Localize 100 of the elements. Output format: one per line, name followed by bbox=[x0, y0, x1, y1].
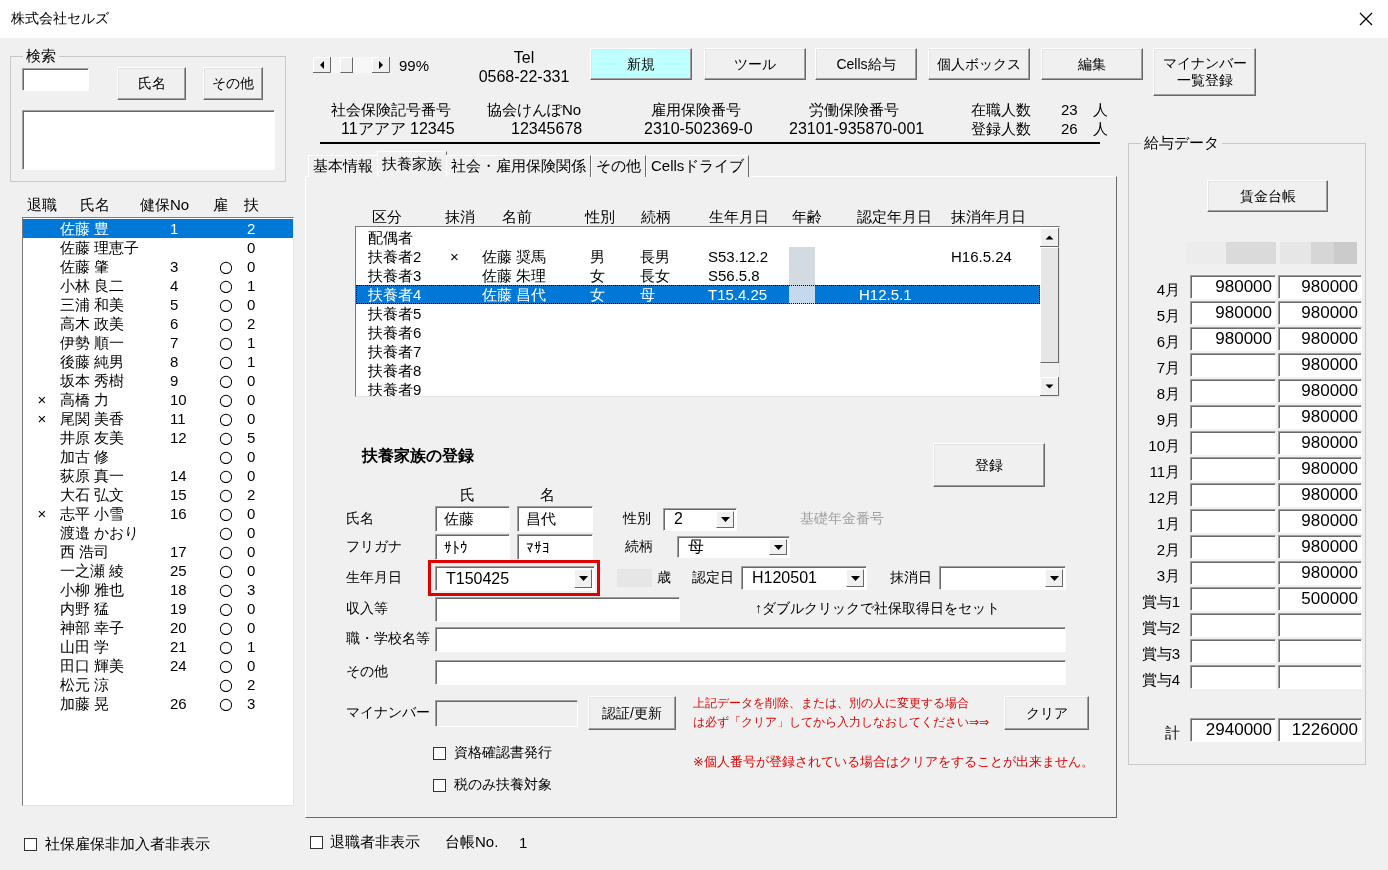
toolbar-button[interactable]: 個人ボックス bbox=[928, 48, 1030, 80]
dropdown-button[interactable] bbox=[716, 510, 734, 528]
list-row[interactable]: × 尾関 美香 11 ○ 0 bbox=[23, 409, 293, 428]
scroll-thumb[interactable] bbox=[340, 57, 353, 73]
input-field[interactable] bbox=[435, 596, 680, 622]
dropdown-button[interactable] bbox=[846, 569, 864, 587]
list-row[interactable]: 扶養者2 × 佐藤 奨馬 男 長男 S53.12.2 H16.5.24 bbox=[356, 247, 1040, 266]
list-row[interactable]: 山田 学 21 ○ 1 bbox=[23, 637, 293, 656]
vertical-scrollbar[interactable] bbox=[1040, 228, 1059, 396]
salary-field[interactable]: 980000 bbox=[1190, 327, 1276, 351]
salary-field[interactable] bbox=[1190, 665, 1276, 689]
salary-field[interactable]: 980000 bbox=[1190, 301, 1276, 325]
list-row[interactable]: 加藤 晃 26 ○ 3 bbox=[23, 694, 293, 713]
salary-field[interactable] bbox=[1190, 535, 1276, 559]
list-row[interactable]: 三浦 和美 5 ○ 0 bbox=[23, 295, 293, 314]
scroll-thumb[interactable] bbox=[1040, 247, 1059, 363]
tab[interactable]: Cellsドライブ bbox=[646, 155, 750, 177]
salary-field[interactable]: 2940000 bbox=[1190, 718, 1276, 742]
salary-field[interactable] bbox=[1278, 665, 1362, 689]
toolbar-button[interactable]: 新規 bbox=[590, 48, 692, 80]
salary-field[interactable] bbox=[1190, 639, 1276, 663]
verify-button[interactable]: 認証/更新 bbox=[588, 696, 676, 730]
list-row[interactable]: 田口 輝美 24 ○ 0 bbox=[23, 656, 293, 675]
dropdown-button[interactable] bbox=[769, 539, 787, 555]
horizontal-scrollbar[interactable] bbox=[313, 57, 390, 73]
list-row[interactable]: 佐藤 肇 3 ○ 0 bbox=[23, 257, 293, 276]
salary-field[interactable]: 980000 bbox=[1278, 483, 1362, 507]
list-row[interactable]: 神部 幸子 20 ○ 0 bbox=[23, 618, 293, 637]
list-row[interactable]: 高木 政美 6 ○ 2 bbox=[23, 314, 293, 333]
salary-field[interactable] bbox=[1190, 509, 1276, 533]
list-row[interactable]: 井原 友美 12 ○ 5 bbox=[23, 428, 293, 447]
tab[interactable]: 社会・雇用保険関係 bbox=[446, 155, 591, 177]
list-row[interactable]: 扶養者8 bbox=[356, 361, 1040, 380]
salary-field[interactable]: 980000 bbox=[1278, 457, 1362, 481]
salary-field[interactable]: 980000 bbox=[1278, 509, 1362, 533]
tab[interactable]: 基本情報 bbox=[308, 155, 378, 177]
list-row[interactable]: 扶養者4 佐藤 昌代 女 母 T15.4.25 H12.5.1 bbox=[356, 285, 1040, 304]
salary-field[interactable] bbox=[1190, 405, 1276, 429]
list-row[interactable]: 一之瀬 綾 25 ○ 0 bbox=[23, 561, 293, 580]
salary-field[interactable] bbox=[1190, 457, 1276, 481]
input-field[interactable]: ﾏｻﾖ bbox=[517, 534, 593, 560]
toolbar-button[interactable]: Cells給与 bbox=[815, 48, 917, 80]
dropdown-field[interactable]: T150425 bbox=[435, 566, 595, 591]
checkbox[interactable] bbox=[433, 778, 446, 792]
toolbar-button[interactable]: ツール bbox=[704, 48, 806, 80]
salary-field[interactable] bbox=[1190, 379, 1276, 403]
list-row[interactable]: 後藤 純男 8 ○ 1 bbox=[23, 352, 293, 371]
list-row[interactable]: 松元 涼 ○ 2 bbox=[23, 675, 293, 694]
salary-field[interactable]: 500000 bbox=[1278, 587, 1362, 611]
salary-field[interactable] bbox=[1190, 483, 1276, 507]
dropdown-button[interactable] bbox=[574, 569, 592, 588]
list-row[interactable]: 坂本 秀樹 9 ○ 0 bbox=[23, 371, 293, 390]
salary-field[interactable]: 980000 bbox=[1278, 535, 1362, 559]
tab[interactable]: 扶養家族 bbox=[377, 151, 447, 177]
list-row[interactable]: 佐藤 理恵子 0 bbox=[23, 238, 293, 257]
salary-field[interactable] bbox=[1190, 431, 1276, 455]
list-row[interactable]: 渡邉 かおり ○ 0 bbox=[23, 523, 293, 542]
employee-list[interactable] bbox=[22, 217, 294, 806]
salary-field[interactable]: 980000 bbox=[1278, 379, 1362, 403]
input-field[interactable] bbox=[435, 626, 1066, 652]
list-row[interactable]: 扶養者7 bbox=[356, 342, 1040, 361]
down-arrow-icon[interactable] bbox=[1040, 377, 1059, 396]
salary-field[interactable] bbox=[1190, 353, 1276, 377]
salary-field[interactable]: 980000 bbox=[1278, 405, 1362, 429]
search-button[interactable]: 氏名 bbox=[117, 67, 186, 100]
salary-field[interactable]: 1226000 bbox=[1278, 718, 1362, 742]
list-row[interactable]: × 高橋 力 10 ○ 0 bbox=[23, 390, 293, 409]
list-row[interactable]: 内野 猛 19 ○ 0 bbox=[23, 599, 293, 618]
close-icon[interactable] bbox=[1359, 12, 1373, 26]
list-row[interactable]: 小林 良二 4 ○ 1 bbox=[23, 276, 293, 295]
salary-field[interactable] bbox=[1190, 587, 1276, 611]
salary-field[interactable]: 980000 bbox=[1278, 275, 1362, 299]
dropdown-field[interactable] bbox=[939, 566, 1066, 590]
tab[interactable]: その他 bbox=[591, 155, 646, 177]
salary-field[interactable] bbox=[1278, 613, 1362, 637]
salary-field[interactable]: 980000 bbox=[1278, 561, 1362, 585]
search-button[interactable]: その他 bbox=[203, 67, 263, 100]
input-field[interactable] bbox=[435, 659, 1066, 685]
input-field[interactable]: ｻﾄｳ bbox=[435, 534, 510, 560]
salary-field[interactable]: 980000 bbox=[1278, 353, 1362, 377]
list-row[interactable]: 小柳 雅也 18 ○ 3 bbox=[23, 580, 293, 599]
salary-field[interactable]: 980000 bbox=[1278, 301, 1362, 325]
salary-field[interactable] bbox=[1190, 613, 1276, 637]
right-arrow-icon[interactable] bbox=[372, 57, 390, 73]
salary-field[interactable]: 980000 bbox=[1278, 327, 1362, 351]
salary-field[interactable]: 980000 bbox=[1190, 275, 1276, 299]
list-row[interactable]: 扶養者5 bbox=[356, 304, 1040, 323]
checkbox[interactable] bbox=[24, 838, 37, 851]
list-row[interactable]: 扶養者3 佐藤 朱理 女 長女 S56.5.8 bbox=[356, 266, 1040, 285]
search-field[interactable] bbox=[22, 68, 89, 91]
list-row[interactable]: × 志平 小雪 16 ○ 0 bbox=[23, 504, 293, 523]
up-arrow-icon[interactable] bbox=[1040, 228, 1059, 247]
list-row[interactable]: 加古 修 ○ 0 bbox=[23, 447, 293, 466]
dropdown-field[interactable]: 母 bbox=[677, 536, 790, 558]
input-field[interactable]: 佐藤 bbox=[435, 506, 510, 532]
salary-field[interactable]: 980000 bbox=[1278, 431, 1362, 455]
register-button[interactable]: 登録 bbox=[933, 443, 1045, 487]
list-row[interactable]: 扶養者6 bbox=[356, 323, 1040, 342]
list-row[interactable]: 佐藤 豊 1 2 bbox=[23, 219, 293, 238]
dropdown-button[interactable] bbox=[1045, 569, 1063, 587]
